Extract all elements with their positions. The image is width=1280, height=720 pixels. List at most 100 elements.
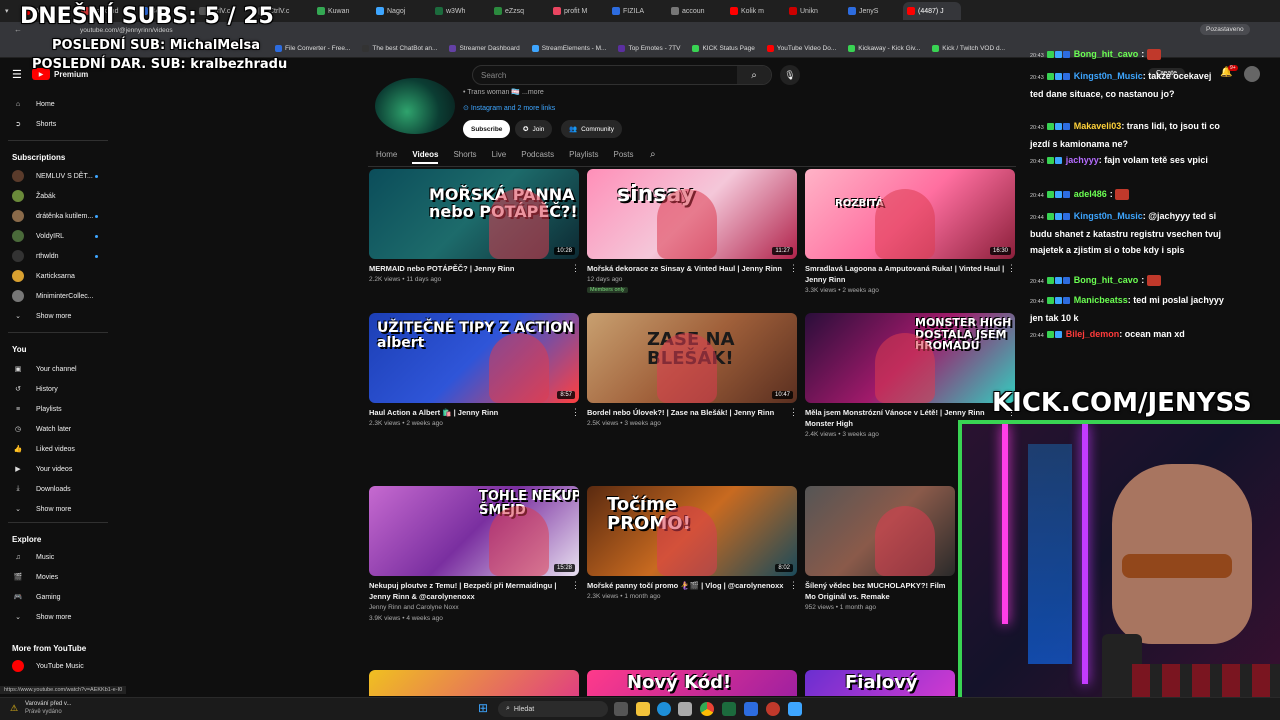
bookmark-item[interactable]: Streamer Dashboard <box>449 45 520 52</box>
sidebar-subscription[interactable]: NEMLUV S DĚT... <box>0 166 112 186</box>
browser-tab[interactable]: JenyS <box>844 2 902 20</box>
chat-username[interactable]: Bilej_demon <box>1066 329 1120 339</box>
sidebar-item-home[interactable]: ⌂ Home <box>0 94 112 114</box>
bookmark-item[interactable]: Kick / Twitch VOD d... <box>932 45 1005 52</box>
chat-username[interactable]: Kingst0n_Music <box>1074 71 1143 81</box>
browser-tab[interactable]: w3Wh <box>431 2 489 20</box>
more-options-icon[interactable]: ⋮ <box>571 263 580 274</box>
video-thumbnail[interactable]: UŽITEČNÉ TIPY Z ACTION albert 8:57 <box>369 313 579 403</box>
video-thumbnail[interactable]: Točíme PROMO! 8:02 <box>587 486 797 576</box>
you-header[interactable]: You <box>12 345 27 354</box>
video-thumbnail[interactable]: ROZBITÁ 16:30 <box>805 169 1015 259</box>
chat-username[interactable]: Bong_hit_cavo <box>1074 275 1139 285</box>
sidebar-item-you[interactable]: ◷ Watch later <box>0 419 112 439</box>
video-channel[interactable]: Jenny Rinn and Carolyne Noxx <box>369 604 459 611</box>
channel-tab[interactable]: Playlists <box>569 150 598 164</box>
channel-tab[interactable]: Shorts <box>453 150 476 164</box>
sidebar-subscription[interactable]: VoldyIRL <box>0 226 112 246</box>
sidebar-subscription[interactable]: MiniminterCollec... <box>0 286 112 306</box>
chat-username[interactable]: Bong_hit_cavo <box>1074 49 1139 59</box>
task-view-icon[interactable] <box>614 702 628 716</box>
windows-start-icon[interactable]: ⊞ <box>478 701 488 715</box>
bookmark-item[interactable]: The best ChatBot an... <box>362 45 437 52</box>
sidebar-item-you[interactable]: ↺ History <box>0 379 112 399</box>
app-icon[interactable] <box>766 702 780 716</box>
subscriptions-header[interactable]: Subscriptions <box>12 153 65 162</box>
browser-tab[interactable]: FIZILA <box>608 2 666 20</box>
chat-username[interactable]: Kingst0n_Music <box>1074 211 1143 221</box>
channel-bio[interactable]: • Trans woman 🏳️‍⚧️ ...more <box>463 88 544 96</box>
video-thumbnail[interactable]: TOHLE NEKUPUJ! ŠMEJD15:28 <box>369 486 579 576</box>
subscribe-button[interactable]: Subscribe <box>463 120 511 138</box>
sidebar-item-explore[interactable]: ♫ Music <box>0 547 112 567</box>
sidebar-item-you[interactable]: ⤓ Downloads <box>0 479 112 499</box>
browser-tab[interactable]: Kuwan <box>313 2 371 20</box>
video-title[interactable]: Měla jsem Monstrózní Vánoce v Létě! | Je… <box>805 407 1005 418</box>
video-title[interactable]: Mořské panny točí promo 🧜‍♀️🎬 | Vlog | @… <box>587 580 787 591</box>
tab-strip-menu[interactable]: ▾ <box>1 2 17 20</box>
channel-links[interactable]: ⊙ Instagram and 2 more links <box>463 104 555 112</box>
profile-button[interactable]: Pozastaveno <box>1200 24 1250 35</box>
menu-icon[interactable]: ☰ <box>12 68 24 81</box>
bookmark-item[interactable]: KICK Status Page <box>692 45 755 52</box>
video-title[interactable]: MERMAID nebo POTÁPĚČ? | Jenny Rinn <box>369 263 569 274</box>
taskbar-search[interactable]: ⌕ Hledat <box>498 701 608 717</box>
browser-tab[interactable]: (4487) J <box>903 2 961 20</box>
video-thumbnail[interactable]: ZASE NA BLEŠÁK!10:47 <box>587 313 797 403</box>
video-title[interactable]: Mořská dekorace ze Sinsay & Vinted Haul … <box>587 263 787 274</box>
sidebar-item-explore[interactable]: 🎮 Gaming <box>0 587 112 607</box>
sidebar-subscription[interactable]: rthwldn <box>0 246 112 266</box>
more-options-icon[interactable]: ⋮ <box>789 407 798 418</box>
browser-tab[interactable]: Nagoj <box>372 2 430 20</box>
sidebar-show-more[interactable]: ⌄ Show more <box>0 306 112 326</box>
video-title[interactable]: Šílený vědec bez MUCHOLAPKY?! Film Mo Or… <box>805 580 955 602</box>
channel-avatar[interactable] <box>375 78 455 134</box>
video-thumbnail[interactable]: MOŘSKÁ PANNA nebo POTÁPĚČ?!10:28 <box>369 169 579 259</box>
video-thumbnail[interactable]: Fialový <box>805 670 955 696</box>
sidebar-subscription[interactable]: drátěnka kutilem... <box>0 206 112 226</box>
channel-tab[interactable]: Home <box>376 150 397 164</box>
search-input[interactable]: Search ⌕ <box>472 65 772 85</box>
app-icon[interactable] <box>788 702 802 716</box>
more-options-icon[interactable]: ⋮ <box>1007 263 1016 274</box>
bookmark-item[interactable]: File Converter - Free... <box>275 45 350 52</box>
bookmark-item[interactable]: Kickaway - Kick Giv... <box>848 45 920 52</box>
video-title[interactable]: Haul Action a Albert 🛍️ | Jenny Rinn <box>369 407 569 418</box>
edge-icon[interactable] <box>657 702 671 716</box>
browser-tab[interactable]: eZzsq <box>490 2 548 20</box>
app-icon[interactable] <box>744 702 758 716</box>
chat-username[interactable]: adel486 <box>1074 189 1107 199</box>
search-button[interactable]: ⌕ <box>737 66 771 84</box>
video-title[interactable]: Bordel nebo Úlovek?! | Zase na Blešák! |… <box>587 407 787 418</box>
video-title[interactable]: Nekupuj ploutve z Temu! | Bezpečí při Me… <box>369 580 569 602</box>
video-title[interactable]: Smradlavá Lagoona a Amputovaná Ruka! | V… <box>805 263 1005 285</box>
sidebar-item-you[interactable]: ≡ Playlists <box>0 399 112 419</box>
browser-tab[interactable]: profit M <box>549 2 607 20</box>
browser-tab[interactable]: Unikn <box>785 2 843 20</box>
sidebar-subscription[interactable]: Žabák <box>0 186 112 206</box>
video-thumbnail[interactable]: Nový Kód! <box>587 670 797 696</box>
video-thumbnail[interactable] <box>369 670 579 696</box>
join-button[interactable]: ✪ Join <box>515 120 553 138</box>
more-options-icon[interactable]: ⋮ <box>571 580 580 591</box>
file-explorer-icon[interactable] <box>636 702 650 716</box>
sidebar-item-shorts[interactable]: ➲ Shorts <box>0 114 112 134</box>
bookmark-item[interactable]: StreamElements - M... <box>531 45 606 52</box>
video-thumbnail[interactable] <box>805 486 955 576</box>
channel-tab[interactable]: Podcasts <box>521 150 554 164</box>
channel-search-icon[interactable]: ⌕ <box>650 149 656 160</box>
chat-username[interactable]: Makaveli03 <box>1074 121 1122 131</box>
chat-username[interactable]: Manicbeatss <box>1074 295 1128 305</box>
more-options-icon[interactable]: ⋮ <box>571 407 580 418</box>
channel-tab[interactable]: Live <box>492 150 507 164</box>
sidebar-item-explore[interactable]: 🎬 Movies <box>0 567 112 587</box>
video-thumbnail[interactable]: MONSTER HIGH DOSTALA JSEM HROMADU <box>805 313 1015 403</box>
sidebar-show-more[interactable]: ⌄ Show more <box>0 499 112 519</box>
sidebar-show-more[interactable]: ⌄ Show more <box>0 607 112 627</box>
voice-search-button[interactable]: 🎙 <box>780 65 800 85</box>
more-options-icon[interactable]: ⋮ <box>789 580 798 591</box>
store-icon[interactable] <box>678 702 692 716</box>
sidebar-item-you[interactable]: ▣ Your channel <box>0 359 112 379</box>
video-thumbnail[interactable]: sinsay 11:27 <box>587 169 797 259</box>
account-avatar[interactable] <box>1244 66 1260 82</box>
